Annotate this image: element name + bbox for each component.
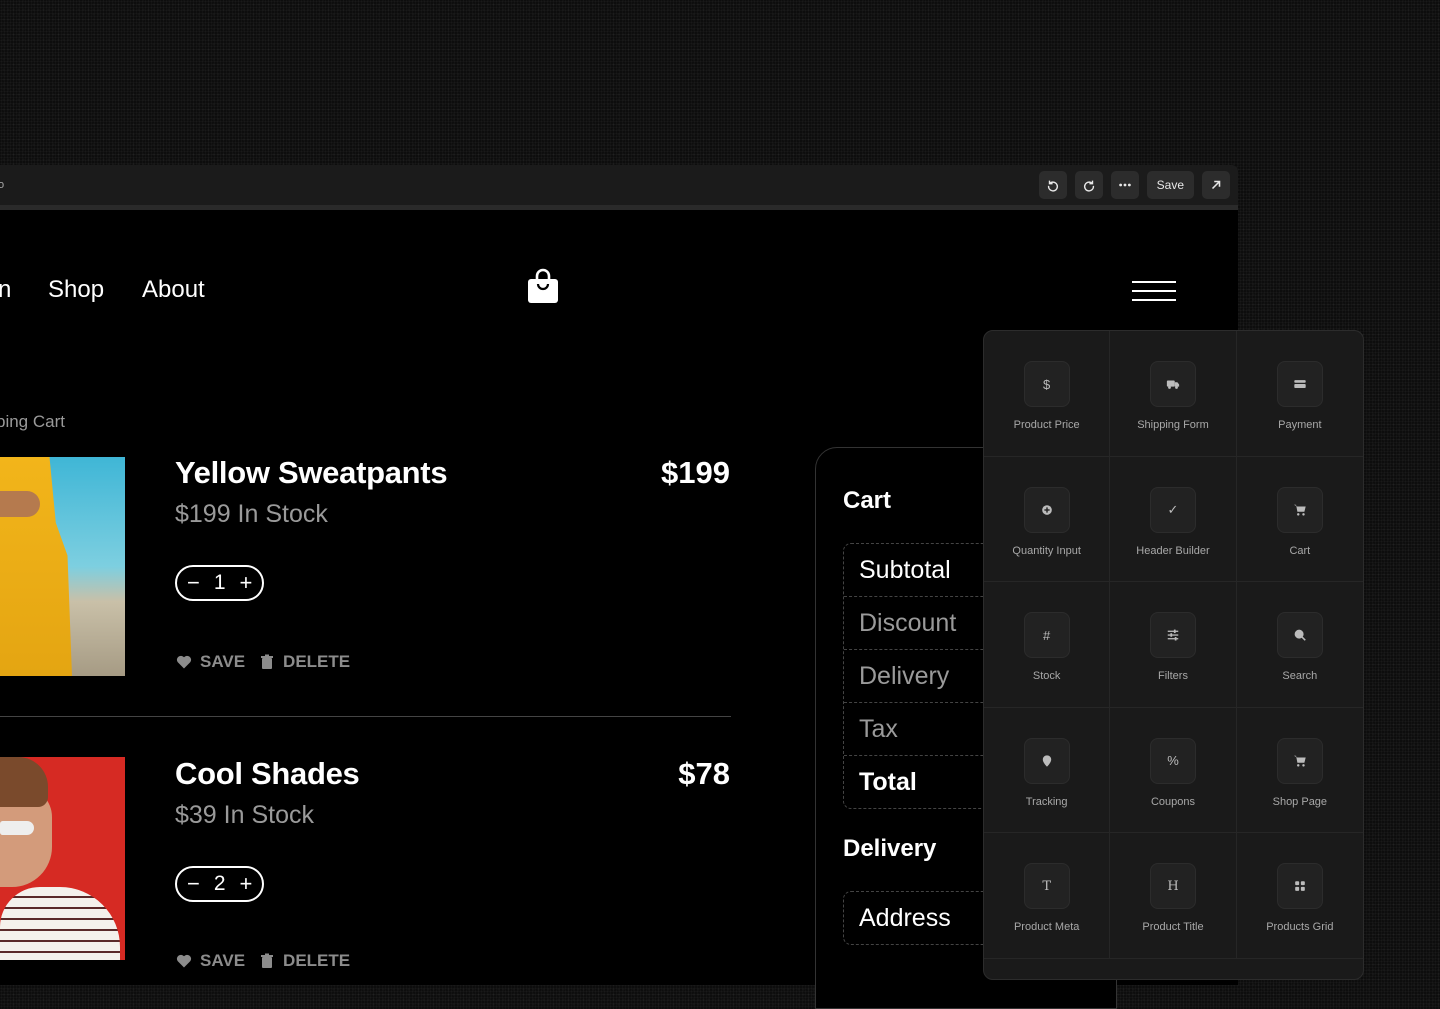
- widget-label: Tracking: [1025, 795, 1068, 808]
- credit-card-icon: [1276, 361, 1323, 407]
- item-title[interactable]: Cool Shades: [175, 756, 360, 792]
- widget-shipping-form[interactable]: Shipping Form: [1110, 331, 1237, 457]
- item-title[interactable]: Yellow Sweatpants: [175, 455, 448, 491]
- widget-palette: $ Product Price Shipping Form Payment Qu…: [983, 330, 1364, 980]
- more-icon: [1118, 183, 1131, 187]
- delete-button[interactable]: DELETE: [283, 652, 350, 672]
- increment-button[interactable]: +: [240, 572, 253, 594]
- sliders-icon: [1149, 612, 1196, 659]
- undo-button[interactable]: [1038, 171, 1067, 199]
- item-actions: SAVE DELETE: [176, 951, 350, 971]
- nav-link-shop[interactable]: Shop: [48, 276, 104, 304]
- text-icon: T: [1023, 863, 1070, 910]
- hash-icon: #: [1023, 612, 1070, 659]
- search-icon: [1276, 612, 1323, 659]
- widget-filters[interactable]: Filters: [1110, 582, 1237, 708]
- widget-label: Quantity Input: [1012, 544, 1081, 557]
- editor-toolbar: o Save: [0, 165, 1238, 210]
- redo-icon: [1083, 180, 1094, 192]
- toolbar-left-fragment: o: [0, 179, 5, 191]
- plus-circle-icon: [1023, 486, 1070, 533]
- widget-cart[interactable]: Cart: [1236, 457, 1363, 583]
- widget-label: Shop Page: [1272, 795, 1328, 808]
- toolbar-actions: Save: [1038, 171, 1230, 199]
- breadcrumb[interactable]: ping Cart: [0, 412, 65, 432]
- decrement-button[interactable]: −: [187, 873, 200, 895]
- widget-product-title[interactable]: H Product Title: [1110, 833, 1237, 959]
- widget-label: Filters: [1158, 670, 1188, 683]
- quantity-value: 2: [213, 872, 226, 895]
- more-options-button[interactable]: [1110, 171, 1139, 199]
- product-image-cool-shades[interactable]: [0, 757, 125, 960]
- widget-label: Search: [1282, 670, 1318, 683]
- quantity-stepper: − 1 +: [175, 565, 265, 601]
- external-link-icon: [1211, 180, 1221, 190]
- widget-label: Payment: [1278, 419, 1322, 431]
- widget-label: Product Price: [1013, 419, 1080, 431]
- truck-icon: [1149, 361, 1196, 407]
- nav-link-about[interactable]: About: [142, 276, 205, 304]
- cart-summary-heading: Cart: [843, 487, 892, 514]
- item-price: $199: [661, 455, 730, 490]
- delivery-heading: Delivery: [843, 835, 937, 862]
- widget-label: Header Builder: [1136, 544, 1210, 557]
- decrement-button[interactable]: −: [187, 572, 200, 594]
- undo-icon: [1047, 180, 1058, 192]
- cart-icon: [1276, 486, 1323, 533]
- grid-icon: [1276, 863, 1323, 910]
- quantity-value: 1: [213, 571, 226, 594]
- trash-icon: [261, 654, 274, 669]
- item-actions: SAVE DELETE: [176, 652, 350, 672]
- heading-icon: H: [1149, 863, 1196, 910]
- product-image-yellow-sweatpants[interactable]: [0, 457, 125, 676]
- nav-link-partial[interactable]: n: [0, 276, 11, 304]
- widget-tracking[interactable]: Tracking: [984, 707, 1111, 834]
- hamburger-menu-icon[interactable]: [1132, 281, 1176, 301]
- widget-shop-page[interactable]: Shop Page: [1236, 708, 1363, 834]
- percent-icon: %: [1149, 737, 1196, 784]
- widget-label: Cart: [1289, 544, 1311, 557]
- cart-icon: [1276, 737, 1323, 784]
- save-for-later-button[interactable]: SAVE: [200, 951, 245, 971]
- quantity-stepper: − 2 +: [175, 866, 265, 902]
- check-icon: ✓: [1149, 486, 1196, 533]
- save-for-later-button[interactable]: SAVE: [200, 652, 245, 672]
- widget-label: Coupons: [1150, 795, 1196, 808]
- widget-product-price[interactable]: $ Product Price: [984, 331, 1111, 457]
- item-subtitle: $39 In Stock: [175, 801, 314, 829]
- widget-payment[interactable]: Payment: [1236, 331, 1363, 457]
- widget-products-grid[interactable]: Products Grid: [1236, 833, 1363, 959]
- widget-search[interactable]: Search: [1236, 582, 1363, 708]
- widget-header-builder[interactable]: ✓ Header Builder: [1110, 456, 1237, 583]
- item-subtitle: $199 In Stock: [175, 500, 328, 528]
- widget-label: Product Meta: [1013, 921, 1080, 934]
- heart-icon: [176, 954, 192, 968]
- open-external-button[interactable]: [1202, 171, 1230, 199]
- trash-icon: [261, 953, 274, 968]
- save-button[interactable]: Save: [1146, 171, 1194, 199]
- heart-icon: [176, 655, 192, 669]
- widget-label: Product Title: [1142, 921, 1204, 934]
- shopping-bag-icon[interactable]: [528, 268, 558, 304]
- item-divider: [0, 716, 731, 717]
- dollar-icon: $: [1023, 361, 1070, 407]
- widget-label: Stock: [1032, 670, 1061, 683]
- widget-label: Shipping Form: [1137, 419, 1209, 431]
- map-pin-icon: [1023, 737, 1070, 784]
- redo-button[interactable]: [1074, 171, 1103, 199]
- widget-quantity-input[interactable]: Quantity Input: [984, 456, 1111, 583]
- widget-label: Products Grid: [1266, 921, 1334, 934]
- widget-stock[interactable]: # Stock: [984, 582, 1111, 708]
- increment-button[interactable]: +: [240, 873, 253, 895]
- widget-product-meta[interactable]: T Product Meta: [984, 833, 1111, 959]
- widget-coupons[interactable]: % Coupons: [1110, 707, 1237, 834]
- item-price: $78: [678, 756, 730, 791]
- delete-button[interactable]: DELETE: [283, 951, 350, 971]
